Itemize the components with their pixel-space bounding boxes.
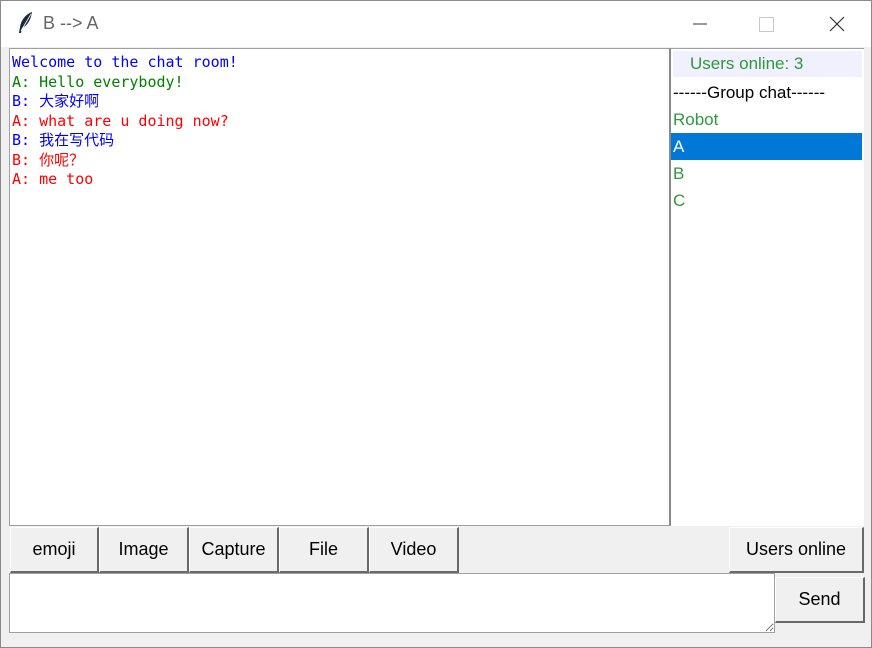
chat-message: Welcome to the chat room! <box>12 53 238 71</box>
chat-message: A: me too <box>12 170 94 188</box>
window-title: B --> A <box>43 13 99 33</box>
send-button[interactable]: Send <box>775 577 865 623</box>
chat-message: B: 你呢？ <box>12 150 85 169</box>
message-list: Welcome to the chat room! A: Hello every… <box>12 53 238 190</box>
minimize-icon <box>693 23 707 25</box>
chat-message: A: Hello everybody! <box>12 72 184 91</box>
title-bar[interactable]: B --> A <box>1 1 871 47</box>
users-online-count: Users online: 3 <box>673 51 862 77</box>
capture-button[interactable]: Capture <box>189 527 279 573</box>
user-item-group-chat[interactable]: ------Group chat------ <box>671 79 862 106</box>
maximize-icon <box>759 17 774 32</box>
image-button[interactable]: Image <box>99 527 189 573</box>
chat-message: B: 我在写代码 <box>12 131 115 149</box>
feather-icon <box>19 12 32 33</box>
user-item-robot[interactable]: Robot <box>671 106 862 133</box>
video-button[interactable]: Video <box>369 527 459 573</box>
chat-message: B: 大家好啊 <box>12 92 100 110</box>
maximize-button[interactable] <box>743 1 789 47</box>
message-input[interactable] <box>9 573 775 633</box>
user-list-panel: Users online: 3 ------Group chat------ R… <box>671 48 864 526</box>
chat-message: A: what are u doing now? <box>12 111 229 130</box>
emoji-button[interactable]: emoji <box>10 527 99 573</box>
close-icon <box>829 16 845 32</box>
user-list: ------Group chat------ Robot A B C <box>671 79 862 214</box>
file-button[interactable]: File <box>279 527 369 573</box>
user-item-c[interactable]: C <box>671 187 862 214</box>
close-button[interactable] <box>813 1 859 47</box>
chat-window: B --> A Welcome to the chat room! A: Hel… <box>0 0 872 648</box>
minimize-button[interactable] <box>677 1 723 47</box>
users-online-button[interactable]: Users online <box>729 527 864 573</box>
user-item-b[interactable]: B <box>671 160 862 187</box>
user-item-a[interactable]: A <box>671 133 862 160</box>
chat-history[interactable]: Welcome to the chat room! A: Hello every… <box>9 48 671 526</box>
